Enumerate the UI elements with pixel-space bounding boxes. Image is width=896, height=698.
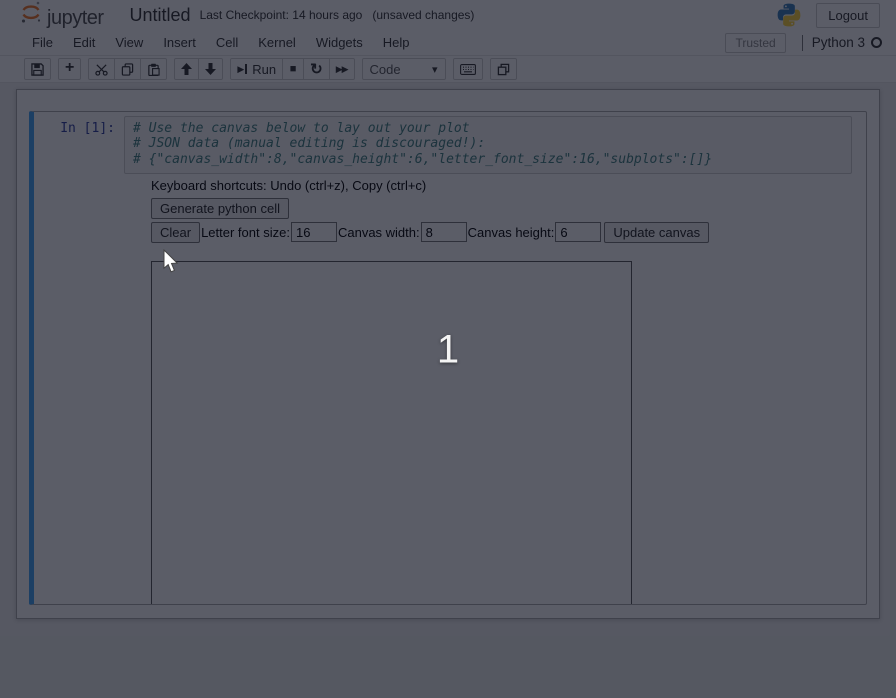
canvas-height-label: Canvas height: <box>467 224 555 240</box>
jupyter-logo-icon <box>20 0 42 29</box>
cell-type-value: Code <box>369 61 401 77</box>
logout-button[interactable]: Logout <box>816 2 880 28</box>
menu-edit[interactable]: Edit <box>63 30 105 55</box>
input-prompt: In [1]: <box>60 121 115 136</box>
kernel-divider <box>801 34 803 51</box>
kernel-idle-icon <box>871 37 882 48</box>
move-cell-up-button[interactable] <box>174 58 200 80</box>
menu-file[interactable]: File <box>22 30 63 55</box>
command-palette-button[interactable] <box>489 58 517 80</box>
kernel-name: Python 3 <box>811 35 865 50</box>
add-cell-button[interactable]: + <box>58 58 82 80</box>
toolbar: + ▶ Run ■ ↻ ▶▶ Code ▾ <box>0 56 896 83</box>
cut-icon <box>95 63 109 76</box>
widget-output-area: Keyboard shortcuts: Undo (ctrl+z), Copy … <box>151 177 866 604</box>
notebook-container: In [1]: # Use the canvas below to lay ou… <box>16 89 880 619</box>
generate-python-cell-button[interactable]: Generate python cell <box>151 197 289 219</box>
autosave-status: (unsaved changes) <box>372 8 475 22</box>
keyboard-icon <box>459 63 476 75</box>
update-canvas-button[interactable]: Update canvas <box>604 221 710 243</box>
copy-cell-button[interactable] <box>114 58 142 80</box>
move-down-icon <box>205 63 217 75</box>
menu-cell[interactable]: Cell <box>206 30 248 55</box>
code-line: # JSON data (manual editing is discourag… <box>133 136 486 152</box>
restart-kernel-button[interactable]: ↻ <box>303 58 330 80</box>
save-button[interactable] <box>24 58 51 80</box>
keyboard-shortcuts-button[interactable] <box>452 58 483 80</box>
notebook-site: In [1]: # Use the canvas below to lay ou… <box>0 83 896 698</box>
cell-type-select[interactable]: Code ▾ <box>361 58 446 80</box>
python-logo-icon <box>776 2 802 28</box>
move-cell-down-button[interactable] <box>198 58 224 80</box>
menubar: File Edit View Insert Cell Kernel Widget… <box>0 30 896 56</box>
run-cell-button[interactable]: ▶ Run <box>230 58 284 80</box>
menu-help[interactable]: Help <box>373 30 420 55</box>
selected-code-cell[interactable]: In [1]: # Use the canvas below to lay ou… <box>29 111 867 605</box>
save-icon <box>31 62 44 76</box>
menu-widgets[interactable]: Widgets <box>306 30 373 55</box>
command-palette-icon <box>497 63 510 76</box>
trusted-button[interactable]: Trusted <box>725 32 786 53</box>
jupyter-logo-text: jupyter <box>47 7 104 29</box>
run-icon: ▶ <box>237 63 245 74</box>
letter-font-size-input[interactable] <box>290 222 337 243</box>
canvas-width-input[interactable] <box>420 222 467 243</box>
chevron-down-icon: ▾ <box>432 63 438 76</box>
header: jupyter Untitled Last Checkpoint: 14 hou… <box>0 0 896 30</box>
menu-view[interactable]: View <box>105 30 153 55</box>
paste-cell-button[interactable] <box>140 58 168 80</box>
code-editor[interactable]: # Use the canvas below to lay out your p… <box>124 116 852 174</box>
clear-button[interactable]: Clear <box>151 221 201 243</box>
restart-icon: ↻ <box>310 60 323 78</box>
jupyter-logo[interactable]: jupyter <box>20 0 104 30</box>
menu-insert[interactable]: Insert <box>153 30 206 55</box>
add-cell-icon: + <box>65 59 75 76</box>
canvas-width-label: Canvas width: <box>337 224 420 240</box>
code-line: # {"canvas_width":8,"canvas_height":6,"l… <box>133 151 713 167</box>
paste-icon <box>147 63 160 76</box>
checkpoint-status: Last Checkpoint: 14 hours ago <box>199 8 363 22</box>
restart-run-all-button[interactable]: ▶▶ <box>328 58 355 80</box>
move-up-icon <box>181 63 193 75</box>
copy-icon <box>121 62 134 76</box>
keyboard-shortcuts-text: Keyboard shortcuts: Undo (ctrl+z), Copy … <box>151 177 427 193</box>
interrupt-kernel-button[interactable]: ■ <box>282 58 305 80</box>
notebook-title[interactable]: Untitled <box>130 5 191 26</box>
canvas-height-input[interactable] <box>555 222 602 243</box>
restart-run-all-icon: ▶▶ <box>335 63 349 74</box>
cut-cell-button[interactable] <box>88 58 116 80</box>
run-label: Run <box>252 61 277 77</box>
layout-canvas[interactable] <box>151 260 632 604</box>
menu-kernel[interactable]: Kernel <box>248 30 306 55</box>
letter-font-size-label: Letter font size: <box>201 224 290 240</box>
code-line: # Use the canvas below to lay out your p… <box>133 121 470 136</box>
stop-icon: ■ <box>289 62 297 75</box>
